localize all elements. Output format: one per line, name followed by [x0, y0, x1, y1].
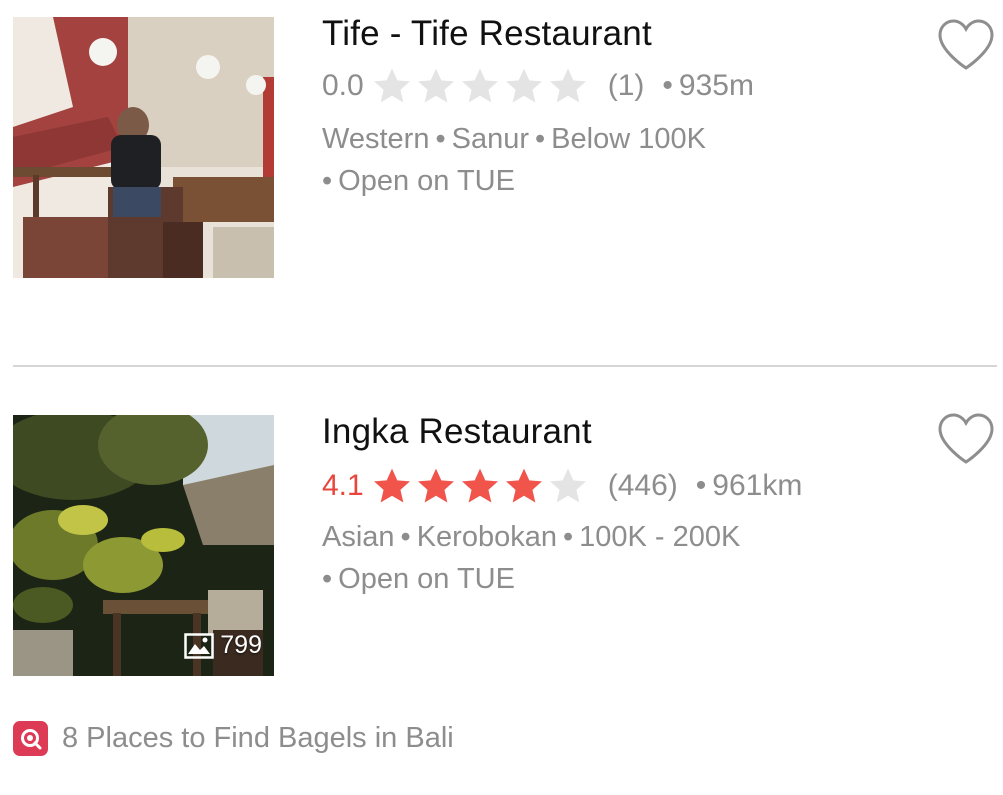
- star-rating: [370, 464, 590, 508]
- star-icon: [549, 468, 586, 503]
- separator-dot: •: [322, 165, 333, 197]
- rating-value: 4.1: [322, 469, 364, 502]
- separator-dot: •: [562, 521, 574, 553]
- star-icon: [549, 68, 586, 103]
- star-icon: [505, 468, 542, 503]
- star-icon: [417, 468, 454, 503]
- restaurant-photo[interactable]: [13, 17, 274, 278]
- curated-list-title[interactable]: 8 Places to Find Bagels in Bali: [62, 722, 454, 755]
- curated-list-link[interactable]: 8 Places to Find Bagels in Bali: [13, 721, 454, 756]
- separator-dot: •: [662, 69, 673, 102]
- distance: • 961km: [696, 469, 803, 503]
- rating-row: 0.0 (1) • 935m: [322, 64, 754, 108]
- review-count: (1): [607, 69, 645, 102]
- star-rating: [370, 64, 590, 108]
- star-icon: [373, 68, 410, 103]
- restaurant-name[interactable]: Tife - Tife Restaurant: [322, 14, 652, 54]
- star-icon: [461, 468, 498, 503]
- star-icon: [373, 468, 410, 503]
- restaurant-tags: Western • Sanur • Below 100K: [322, 123, 706, 156]
- price-range: Below 100K: [551, 123, 706, 155]
- distance-value: 961km: [712, 469, 803, 502]
- rating-row: 4.1 (446) • 961km: [322, 464, 802, 508]
- separator-dot: •: [695, 469, 707, 502]
- separator-dot: •: [435, 123, 446, 155]
- restaurant-tags: Asian • Kerobokan • 100K - 200K: [322, 521, 740, 554]
- list-badge-icon: [13, 721, 48, 756]
- area: Sanur: [451, 123, 529, 155]
- star-icon: [417, 68, 454, 103]
- photo-count: 799: [184, 631, 262, 660]
- separator-dot: •: [322, 563, 333, 595]
- open-status: • Open on TUE: [322, 165, 515, 198]
- separator-dot: •: [400, 521, 411, 553]
- rating-value: 0.0: [322, 69, 364, 102]
- heart-icon[interactable]: [936, 412, 996, 466]
- image-icon: [184, 632, 215, 659]
- area: Kerobokan: [416, 521, 557, 553]
- distance: • 935m: [662, 69, 754, 103]
- restaurant-name[interactable]: Ingka Restaurant: [322, 412, 592, 452]
- heart-icon[interactable]: [936, 18, 996, 72]
- distance-value: 935m: [678, 69, 754, 102]
- restaurant-photo[interactable]: 799: [13, 415, 274, 676]
- open-status-text: Open on TUE: [338, 563, 515, 595]
- restaurant-card[interactable]: Tife - Tife Restaurant 0.0 (1) • 935m Wes…: [0, 0, 1003, 365]
- star-icon: [505, 68, 542, 103]
- open-status: • Open on TUE: [322, 563, 515, 596]
- separator-dot: •: [535, 123, 546, 155]
- cuisine: Western: [322, 123, 430, 155]
- photo-count-value: 799: [220, 631, 262, 659]
- list-divider: [13, 365, 997, 367]
- star-icon: [461, 68, 498, 103]
- cuisine: Asian: [322, 521, 395, 553]
- review-count: (446): [607, 469, 678, 502]
- open-status-text: Open on TUE: [338, 165, 515, 197]
- price-range: 100K - 200K: [579, 521, 741, 553]
